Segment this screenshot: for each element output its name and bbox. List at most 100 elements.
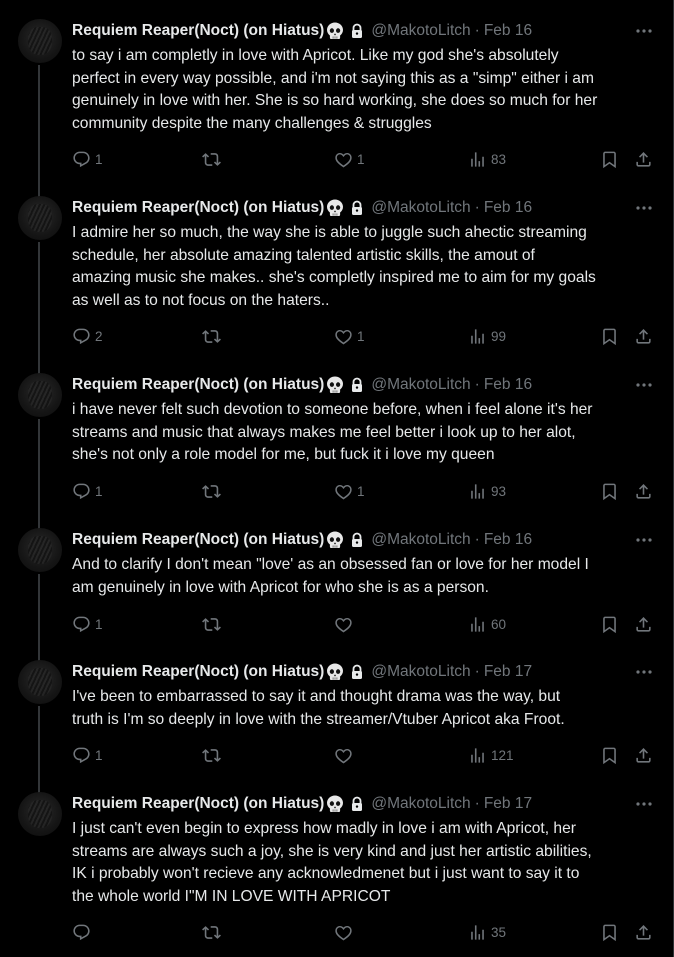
more-icon[interactable] bbox=[634, 198, 654, 218]
share-icon bbox=[634, 746, 653, 765]
more-icon[interactable] bbox=[634, 794, 654, 814]
separator-dot: · bbox=[474, 22, 480, 39]
avatar[interactable] bbox=[18, 19, 62, 63]
author-handle[interactable]: @MakotoLitch bbox=[371, 795, 470, 813]
retweet-button[interactable] bbox=[202, 745, 225, 765]
like-button[interactable] bbox=[334, 614, 357, 634]
tweet-date[interactable]: Feb 16 bbox=[484, 376, 532, 394]
reply-count: 1 bbox=[95, 483, 103, 499]
retweet-icon bbox=[202, 615, 221, 634]
like-button[interactable] bbox=[334, 745, 357, 765]
like-button[interactable] bbox=[334, 922, 357, 942]
avatar[interactable] bbox=[18, 373, 62, 417]
views-button[interactable]: 121 bbox=[468, 745, 514, 765]
author-handle[interactable]: @MakotoLitch bbox=[371, 199, 470, 217]
reply-count: 1 bbox=[95, 747, 103, 763]
retweet-button[interactable] bbox=[202, 149, 225, 169]
thread-connector-line bbox=[38, 574, 40, 661]
reply-button[interactable]: 1 bbox=[72, 745, 103, 765]
reply-button[interactable] bbox=[72, 922, 95, 942]
share-icon bbox=[634, 923, 653, 942]
views-count: 35 bbox=[491, 924, 507, 940]
views-button[interactable]: 93 bbox=[468, 481, 506, 501]
share-button[interactable] bbox=[634, 481, 653, 501]
skull-icon bbox=[325, 375, 345, 395]
more-icon[interactable] bbox=[634, 375, 654, 395]
bookmark-button[interactable] bbox=[600, 922, 619, 942]
author-handle[interactable]: @MakotoLitch bbox=[371, 22, 470, 40]
reply-count: 2 bbox=[95, 328, 103, 344]
share-button[interactable] bbox=[634, 922, 653, 942]
avatar[interactable] bbox=[18, 196, 62, 240]
tweet-date[interactable]: Feb 16 bbox=[484, 22, 532, 40]
reply-icon bbox=[72, 482, 91, 501]
like-button[interactable]: 1 bbox=[334, 149, 365, 169]
like-button[interactable]: 1 bbox=[334, 326, 365, 346]
like-count: 1 bbox=[357, 151, 365, 167]
reply-button[interactable]: 2 bbox=[72, 326, 103, 346]
bookmark-button[interactable] bbox=[600, 481, 619, 501]
avatar[interactable] bbox=[18, 528, 62, 572]
thread-connector-line bbox=[38, 242, 40, 374]
author-name[interactable]: Requiem Reaper(Noct) (on Hiatus) bbox=[72, 663, 324, 681]
author-name[interactable]: Requiem Reaper(Noct) (on Hiatus) bbox=[72, 22, 324, 40]
skull-icon bbox=[325, 662, 345, 682]
avatar[interactable] bbox=[18, 792, 62, 836]
author-name[interactable]: Requiem Reaper(Noct) (on Hiatus) bbox=[72, 531, 324, 549]
author-name[interactable]: Requiem Reaper(Noct) (on Hiatus) bbox=[72, 199, 324, 217]
reply-icon bbox=[72, 923, 91, 942]
retweet-icon bbox=[202, 327, 221, 346]
more-icon[interactable] bbox=[634, 662, 654, 682]
share-button[interactable] bbox=[634, 614, 653, 634]
share-button[interactable] bbox=[634, 745, 653, 765]
separator-dot: · bbox=[474, 663, 480, 680]
retweet-button[interactable] bbox=[202, 326, 225, 346]
tweet-header: Requiem Reaper(Noct) (on Hiatus) @MakotoL… bbox=[72, 662, 532, 682]
author-name[interactable]: Requiem Reaper(Noct) (on Hiatus) bbox=[72, 376, 324, 394]
more-icon[interactable] bbox=[634, 530, 654, 550]
thread-connector-line bbox=[38, 419, 40, 529]
tweet-date[interactable]: Feb 17 bbox=[484, 795, 532, 813]
views-button[interactable]: 35 bbox=[468, 922, 506, 942]
tweet-date[interactable]: Feb 16 bbox=[484, 199, 532, 217]
lock-icon bbox=[349, 377, 365, 393]
reply-button[interactable]: 1 bbox=[72, 481, 103, 501]
tweet-text: I've been to embarrassed to say it and t… bbox=[72, 688, 565, 728]
bookmark-button[interactable] bbox=[600, 745, 619, 765]
bookmark-icon bbox=[600, 482, 619, 501]
bookmark-button[interactable] bbox=[600, 614, 619, 634]
like-button[interactable]: 1 bbox=[334, 481, 365, 501]
retweet-icon bbox=[202, 482, 221, 501]
share-button[interactable] bbox=[634, 326, 653, 346]
views-icon bbox=[468, 615, 487, 634]
share-button[interactable] bbox=[634, 149, 653, 169]
author-handle[interactable]: @MakotoLitch bbox=[371, 663, 470, 681]
reply-icon bbox=[72, 615, 91, 634]
tweet-text: i have never felt such devotion to someo… bbox=[72, 401, 593, 463]
views-button[interactable]: 60 bbox=[468, 614, 506, 634]
author-handle[interactable]: @MakotoLitch bbox=[371, 376, 470, 394]
reply-count: 1 bbox=[95, 151, 103, 167]
bookmark-button[interactable] bbox=[600, 326, 619, 346]
bookmark-icon bbox=[600, 150, 619, 169]
reply-icon bbox=[72, 150, 91, 169]
tweet-date[interactable]: Feb 17 bbox=[484, 663, 532, 681]
reply-button[interactable]: 1 bbox=[72, 149, 103, 169]
retweet-button[interactable] bbox=[202, 614, 225, 634]
avatar[interactable] bbox=[18, 660, 62, 704]
views-button[interactable]: 99 bbox=[468, 326, 506, 346]
reply-button[interactable]: 1 bbox=[72, 614, 103, 634]
retweet-button[interactable] bbox=[202, 481, 225, 501]
retweet-button[interactable] bbox=[202, 922, 225, 942]
views-button[interactable]: 83 bbox=[468, 149, 506, 169]
separator-dot: · bbox=[474, 199, 480, 216]
tweet-date[interactable]: Feb 16 bbox=[484, 531, 532, 549]
author-handle[interactable]: @MakotoLitch bbox=[371, 531, 470, 549]
bookmark-button[interactable] bbox=[600, 149, 619, 169]
bookmark-icon bbox=[600, 615, 619, 634]
tweet-actions: 35 bbox=[72, 922, 654, 942]
tweet-text: to say i am completly in love with Apric… bbox=[72, 47, 598, 132]
retweet-icon bbox=[202, 923, 221, 942]
more-icon[interactable] bbox=[634, 21, 654, 41]
author-name[interactable]: Requiem Reaper(Noct) (on Hiatus) bbox=[72, 795, 324, 813]
